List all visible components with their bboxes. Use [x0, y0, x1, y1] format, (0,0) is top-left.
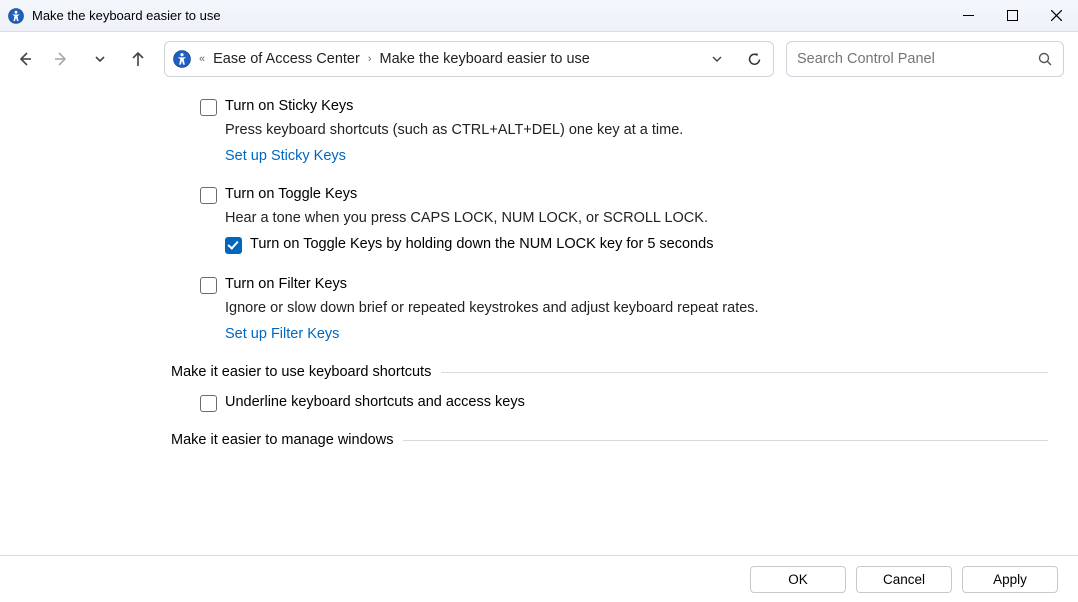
search-icon[interactable] — [1038, 52, 1053, 67]
chevron-left-icon[interactable]: « — [199, 53, 205, 65]
chevron-right-icon: › — [368, 53, 372, 65]
footer: OK Cancel Apply — [0, 555, 1078, 602]
search-box[interactable] — [786, 41, 1064, 77]
sticky-keys-label[interactable]: Turn on Sticky Keys — [225, 98, 353, 114]
toggle-keys-numlock-label[interactable]: Turn on Toggle Keys by holding down the … — [250, 236, 713, 252]
address-bar[interactable]: « Ease of Access Center › Make the keybo… — [164, 41, 774, 77]
titlebar: Make the keyboard easier to use — [0, 0, 1078, 32]
setup-filter-keys-link[interactable]: Set up Filter Keys — [225, 326, 339, 342]
section-manage-windows: Make it easier to manage windows — [171, 432, 1048, 448]
sticky-keys-checkbox[interactable] — [200, 99, 217, 116]
sticky-keys-option: Turn on Sticky Keys Press keyboard short… — [200, 98, 1048, 164]
filter-keys-label[interactable]: Turn on Filter Keys — [225, 276, 347, 292]
divider — [403, 440, 1048, 441]
toggle-keys-label[interactable]: Turn on Toggle Keys — [225, 186, 357, 202]
window-title: Make the keyboard easier to use — [32, 8, 946, 23]
toggle-keys-numlock-checkbox[interactable] — [225, 237, 242, 254]
divider — [441, 372, 1048, 373]
forward-button[interactable] — [52, 49, 72, 69]
search-input[interactable] — [797, 51, 1038, 67]
toggle-keys-option: Turn on Toggle Keys Hear a tone when you… — [200, 186, 1048, 254]
toggle-keys-checkbox[interactable] — [200, 187, 217, 204]
toolbar: « Ease of Access Center › Make the keybo… — [0, 32, 1078, 86]
apply-button[interactable]: Apply — [962, 566, 1058, 593]
close-button[interactable] — [1034, 0, 1078, 32]
ok-button[interactable]: OK — [750, 566, 846, 593]
breadcrumb-current[interactable]: Make the keyboard easier to use — [379, 51, 589, 67]
underline-shortcuts-label[interactable]: Underline keyboard shortcuts and access … — [225, 394, 525, 410]
cancel-button[interactable]: Cancel — [856, 566, 952, 593]
sticky-keys-description: Press keyboard shortcuts (such as CTRL+A… — [225, 122, 1048, 138]
maximize-button[interactable] — [990, 0, 1034, 32]
ease-of-access-icon — [173, 50, 191, 68]
recent-locations-button[interactable] — [90, 49, 110, 69]
filter-keys-option: Turn on Filter Keys Ignore or slow down … — [200, 276, 1048, 342]
filter-keys-description: Ignore or slow down brief or repeated ke… — [225, 300, 1048, 316]
dropdown-icon[interactable] — [710, 52, 724, 66]
ease-of-access-icon — [8, 8, 24, 24]
breadcrumb-parent[interactable]: Ease of Access Center — [213, 51, 360, 67]
refresh-icon[interactable] — [746, 51, 763, 68]
section-keyboard-shortcuts: Make it easier to use keyboard shortcuts — [171, 364, 1048, 380]
toggle-keys-description: Hear a tone when you press CAPS LOCK, NU… — [225, 210, 1048, 226]
filter-keys-checkbox[interactable] — [200, 277, 217, 294]
back-button[interactable] — [14, 49, 34, 69]
underline-shortcuts-checkbox[interactable] — [200, 395, 217, 412]
section-shortcuts-title: Make it easier to use keyboard shortcuts — [171, 364, 431, 380]
setup-sticky-keys-link[interactable]: Set up Sticky Keys — [225, 148, 346, 164]
content-area: Turn on Sticky Keys Press keyboard short… — [0, 90, 1078, 555]
up-button[interactable] — [128, 49, 148, 69]
section-windows-title: Make it easier to manage windows — [171, 432, 393, 448]
minimize-button[interactable] — [946, 0, 990, 32]
